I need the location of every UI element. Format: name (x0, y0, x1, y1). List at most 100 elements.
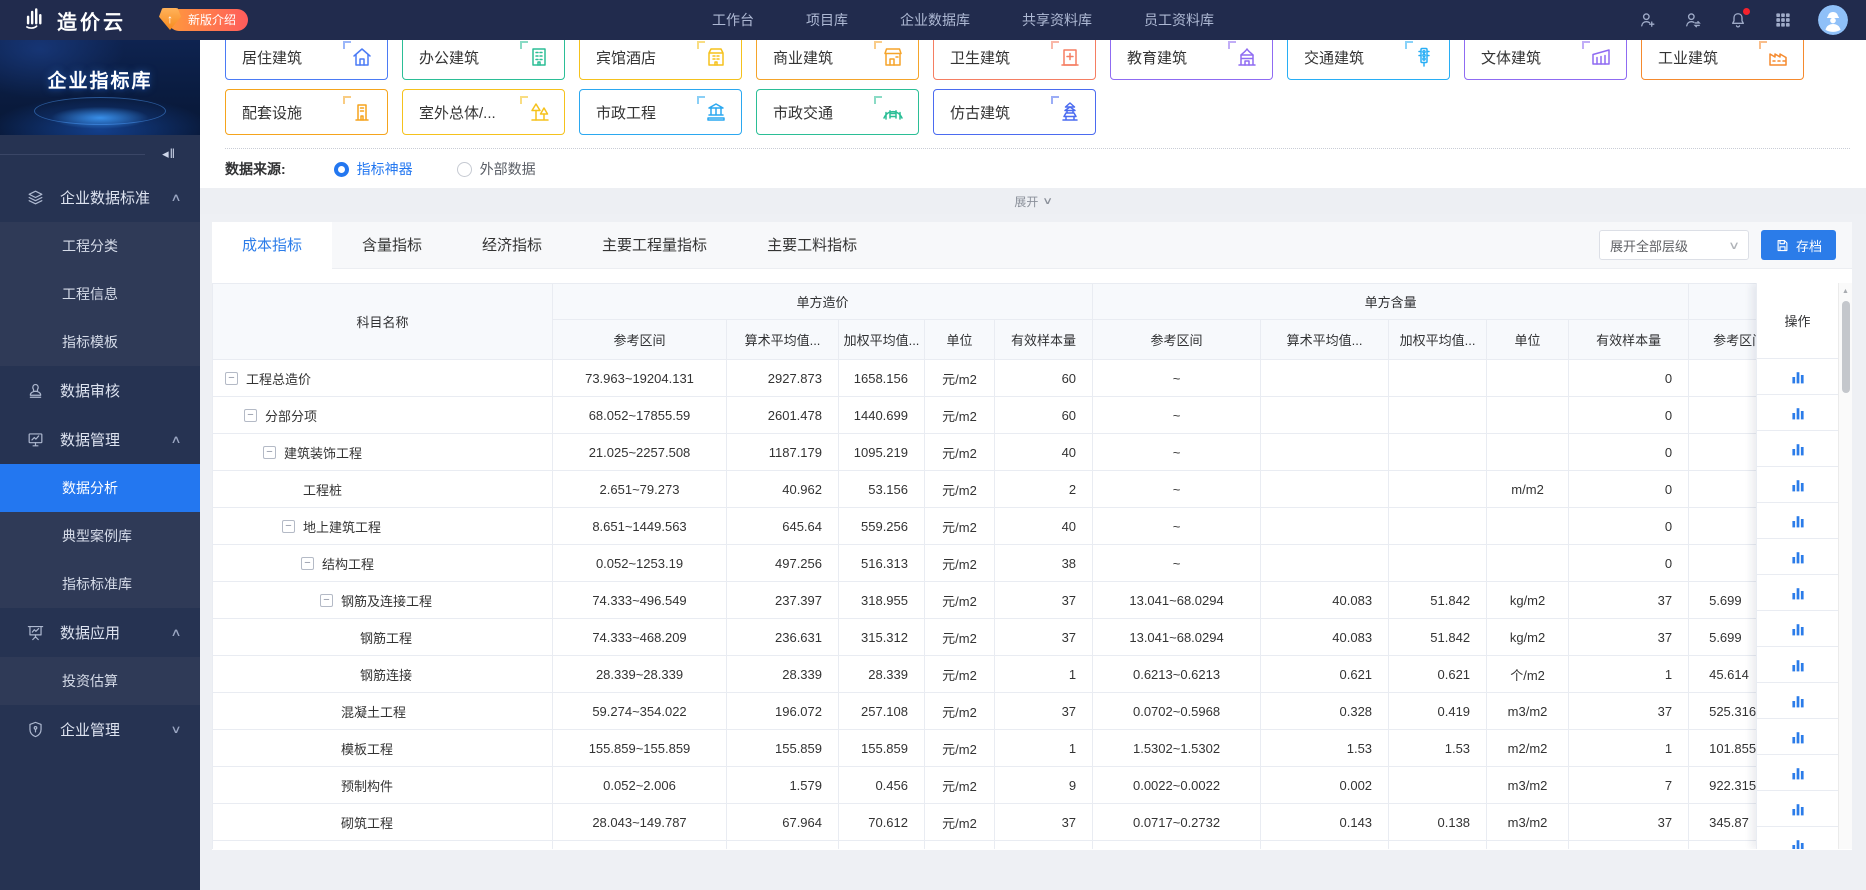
sidebar-subitem[interactable]: 数据分析 (0, 464, 200, 512)
tree-collapse-icon[interactable]: − (282, 519, 295, 533)
category-button[interactable]: 配套设施 (225, 89, 388, 135)
data-source-radio[interactable]: 指标神器 (333, 159, 413, 179)
archive-button[interactable]: 存档 (1760, 230, 1836, 260)
category-button[interactable]: 教育建筑 (1110, 34, 1273, 80)
subject-name: 钢筋工程 (360, 630, 413, 646)
category-grid: 居住建筑 办公建筑 宾馆酒店 商业建筑 卫生建筑 教育建筑 交通建筑 文体建筑 工业建筑配套设施… (225, 34, 1850, 135)
notification-dot (1743, 8, 1750, 15)
tab-主要工料指标[interactable]: 主要工料指标 (737, 222, 887, 269)
sidebar-collapse-icon[interactable]: ◂‖ (162, 146, 176, 162)
apps-grid-icon[interactable] (1773, 10, 1793, 30)
expand-collapse-bar[interactable]: 展开 ∨ (200, 188, 1866, 214)
expand-level-select[interactable]: 展开全部层级 ∨ (1598, 230, 1749, 260)
notification-bell-icon[interactable] (1728, 8, 1750, 30)
data-source-radio[interactable]: 外部数据 (456, 159, 536, 179)
category-button[interactable]: 市政工程 (579, 89, 742, 135)
bar-chart-icon (1791, 515, 1804, 527)
top-nav-item[interactable]: 员工资料库 (1144, 10, 1214, 30)
sidebar-item[interactable]: 数据应用 ∧ (0, 608, 200, 657)
category-button[interactable]: 文体建筑 (1464, 34, 1627, 80)
sidebar-menu: 企业数据标准 ∧ 工程分类 工程信息 指标模板 数据审核 数据管理 ∧ 数据分析 典型案例库 指标标… (0, 173, 200, 754)
category-button[interactable]: 室外总体/... (402, 89, 565, 135)
tree-collapse-icon[interactable]: − (263, 445, 276, 459)
table-row: − 地上建筑工程 8.651~1449.563 645.64 559.256 元/m2 40… (212, 507, 1840, 545)
sidebar-subitem[interactable]: 投资估算 (0, 657, 200, 705)
category-button[interactable]: 交通建筑 (1287, 34, 1450, 80)
logo[interactable]: 造价云 (0, 5, 126, 36)
top-nav-item[interactable]: 项目库 (806, 10, 848, 30)
archive-icon (1777, 239, 1788, 251)
sidebar-subitem[interactable]: 指标标准库 (0, 560, 200, 608)
row-chart-action[interactable] (1757, 827, 1838, 849)
row-chart-action[interactable] (1757, 431, 1838, 467)
tab-主要工程量指标[interactable]: 主要工程量指标 (572, 222, 737, 269)
user-switch-icon[interactable] (1683, 10, 1703, 30)
subject-name: 工程总造价 (246, 371, 312, 387)
table-controls: 展开全部层级 ∨ 存档 (1598, 230, 1852, 260)
row-chart-action[interactable] (1757, 683, 1838, 719)
row-chart-action[interactable] (1757, 503, 1838, 539)
scrollbar-up-arrow[interactable]: ▲ (1839, 283, 1852, 295)
user-add-icon[interactable] (1638, 10, 1658, 30)
presentation-chart-icon (26, 623, 45, 642)
sidebar-item[interactable]: 企业数据标准 ∧ (0, 173, 200, 222)
sidebar-subitem[interactable]: 典型案例库 (0, 512, 200, 560)
chevron-down-icon: ∨ (1727, 239, 1740, 252)
tree-collapse-icon[interactable]: − (320, 593, 333, 607)
main-content: 居住建筑 办公建筑 宾馆酒店 商业建筑 卫生建筑 教育建筑 交通建筑 文体建筑 工业建筑配套设施… (200, 0, 1866, 850)
bar-chart-icon (1791, 443, 1804, 455)
sidebar-subitem[interactable]: 工程信息 (0, 270, 200, 318)
row-chart-action[interactable] (1757, 395, 1838, 431)
row-chart-action[interactable] (1757, 791, 1838, 827)
table-scrollbar[interactable]: ▲ (1838, 283, 1852, 849)
scrollbar-thumb[interactable] (1842, 301, 1850, 393)
column-header: 算术平均值... (726, 319, 839, 360)
top-nav-item[interactable]: 企业数据库 (900, 10, 970, 30)
sidebar-item[interactable]: 企业管理 ∨ (0, 705, 200, 754)
category-button[interactable]: 卫生建筑 (933, 34, 1096, 80)
tree-collapse-icon[interactable]: − (225, 371, 238, 385)
tab-含量指标[interactable]: 含量指标 (332, 222, 452, 269)
bar-chart-icon (1791, 407, 1804, 419)
topbar-actions (1638, 5, 1866, 35)
sidebar-subitem[interactable]: 工程分类 (0, 222, 200, 270)
row-chart-action[interactable] (1757, 755, 1838, 791)
facility-icon (343, 96, 374, 124)
column-header-name: 科目名称 (212, 283, 553, 360)
category-button[interactable]: 市政交通 (756, 89, 919, 135)
top-navigation: 工作台 项目库 企业数据库 共享资料库 员工资料库 (288, 10, 1638, 30)
new-version-badge[interactable]: ↑ 新版介绍 (159, 8, 249, 31)
sidebar-item[interactable]: 数据管理 ∧ (0, 415, 200, 464)
row-chart-action[interactable] (1757, 539, 1838, 575)
category-button[interactable]: 工业建筑 (1641, 34, 1804, 80)
table-row: −建筑工程0.333~194.96638.80140.283元/m230~0 (212, 840, 1840, 849)
sidebar-subitem[interactable]: 指标模板 (0, 318, 200, 366)
row-chart-action[interactable] (1757, 647, 1838, 683)
row-chart-action[interactable] (1757, 575, 1838, 611)
row-chart-action[interactable] (1757, 359, 1838, 395)
sidebar-item[interactable]: 数据审核 (0, 366, 200, 415)
category-button[interactable]: 宾馆酒店 (579, 34, 742, 80)
column-header: 有效样本量 (993, 319, 1094, 360)
tab-成本指标[interactable]: 成本指标 (212, 222, 333, 269)
tab-经济指标[interactable]: 经济指标 (452, 222, 572, 269)
row-chart-action[interactable] (1757, 467, 1838, 503)
top-nav-item[interactable]: 共享资料库 (1022, 10, 1092, 30)
bar-chart-icon (1791, 623, 1804, 635)
sidebar-banner: 企业指标库 (0, 40, 200, 135)
category-button[interactable]: 仿古建筑 (933, 89, 1096, 135)
subject-name: 地上建筑工程 (303, 519, 382, 535)
factory-icon (1759, 41, 1790, 69)
tree-collapse-icon[interactable]: − (244, 408, 257, 422)
category-button[interactable]: 办公建筑 (402, 34, 565, 80)
table-row: − 工程总造价 73.963~19204.131 2927.873 1658.156 元/… (212, 359, 1840, 397)
user-avatar[interactable] (1818, 5, 1848, 35)
row-chart-action[interactable] (1757, 611, 1838, 647)
row-chart-action[interactable] (1757, 719, 1838, 755)
tree-collapse-icon[interactable]: − (301, 556, 314, 570)
pagoda-icon (1051, 96, 1082, 124)
category-button[interactable]: 居住建筑 (225, 34, 388, 80)
category-button[interactable]: 商业建筑 (756, 34, 919, 80)
top-nav-item[interactable]: 工作台 (712, 10, 754, 30)
column-header: 有效样本量 (1568, 319, 1690, 360)
